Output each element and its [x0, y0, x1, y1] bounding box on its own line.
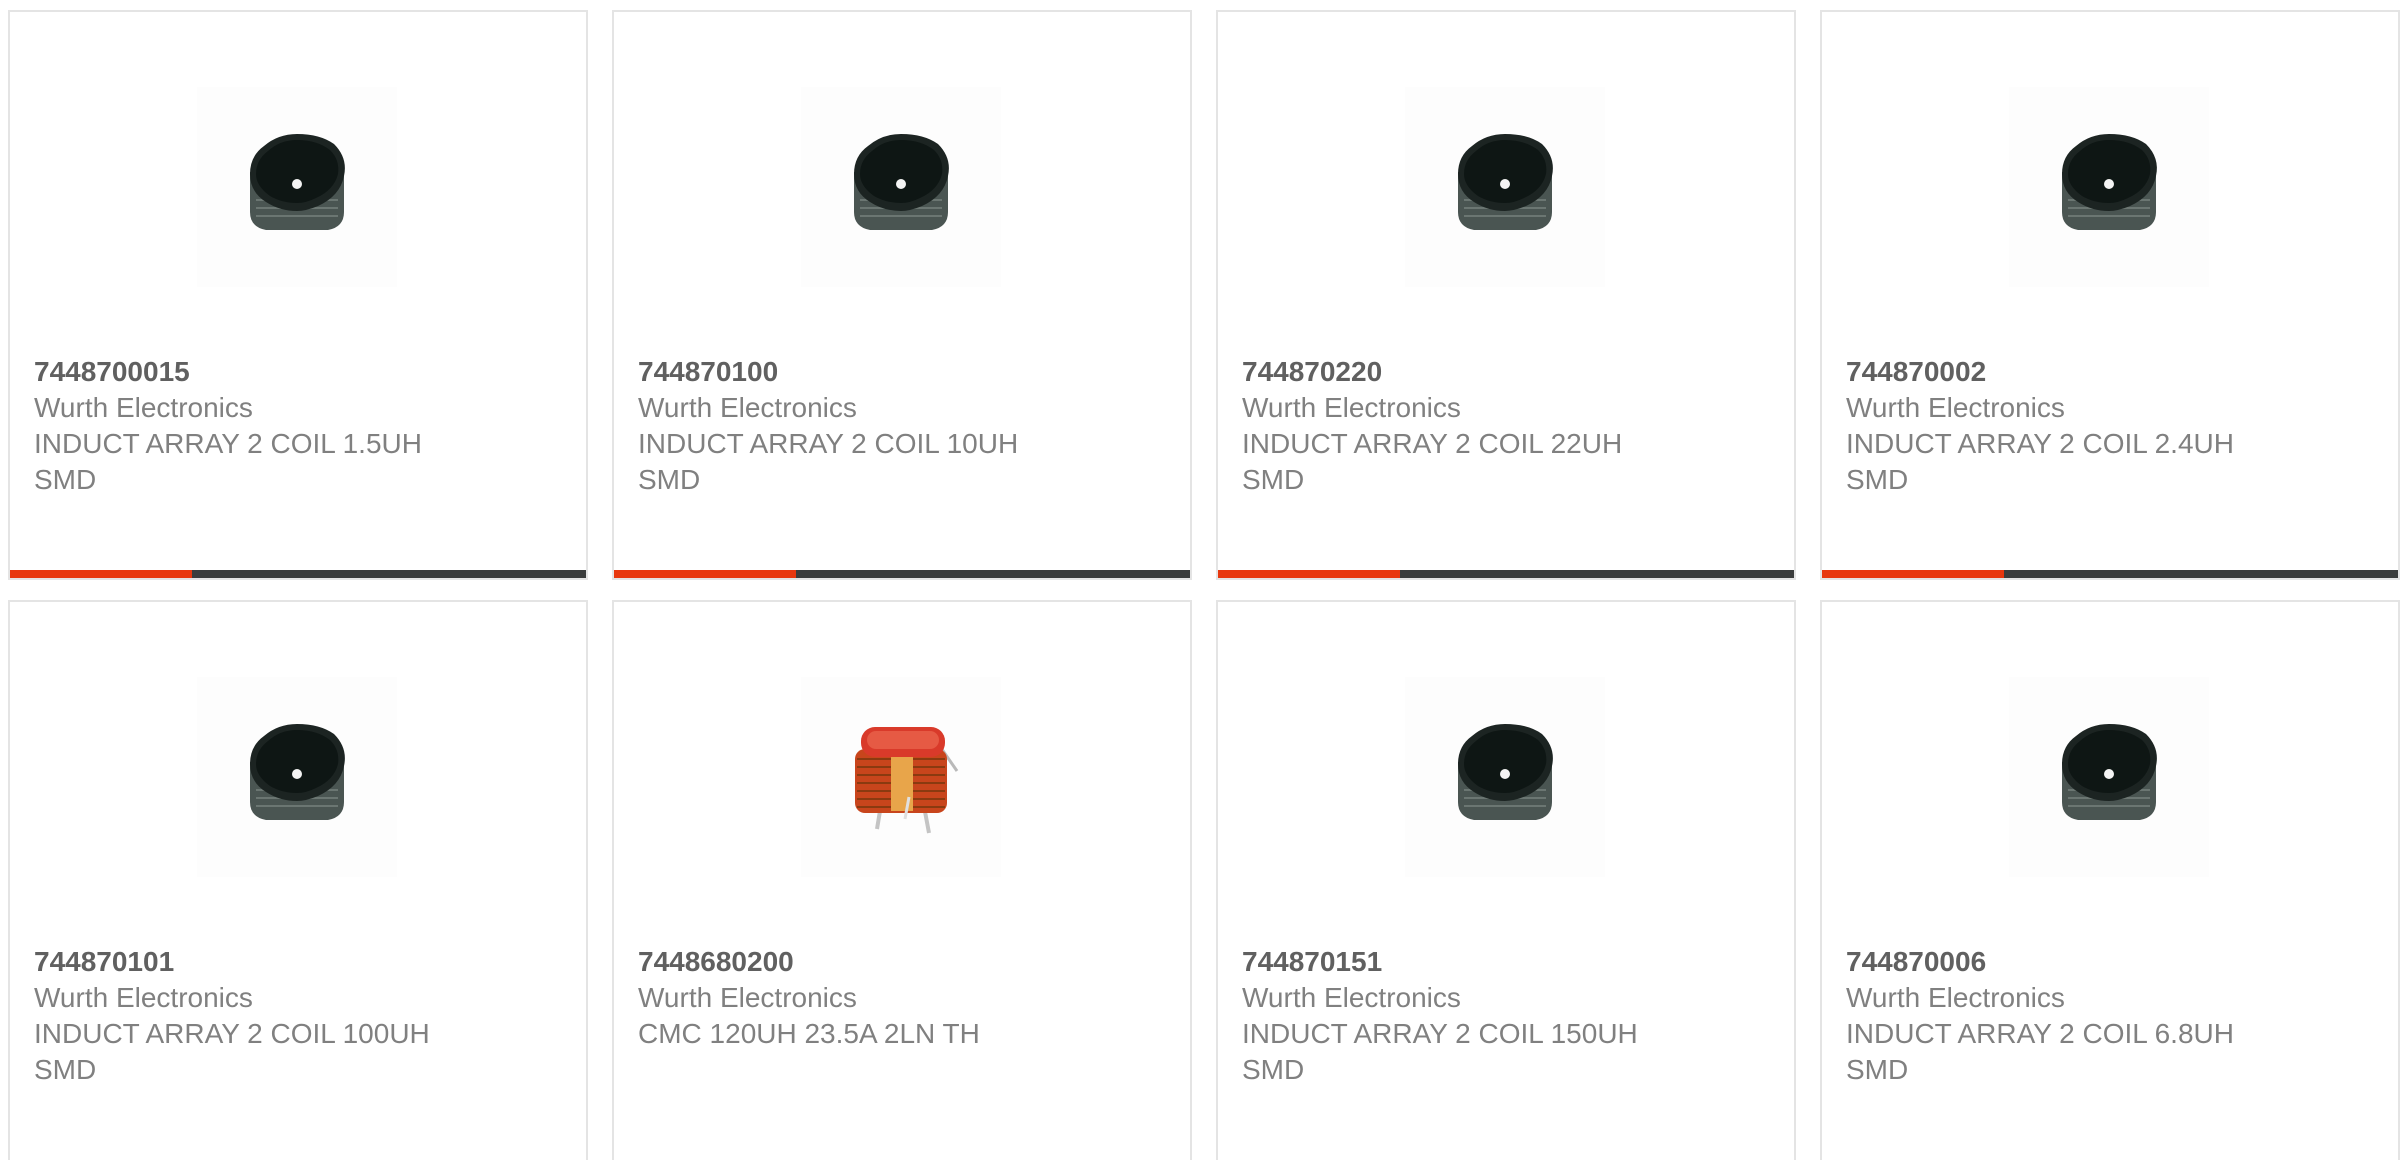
smd-inductor-icon	[854, 134, 949, 230]
package: SMD	[1846, 1054, 1909, 1085]
product-info: 7448700015 Wurth Electronics INDUCT ARRA…	[34, 354, 562, 498]
manufacturer: Wurth Electronics	[1846, 982, 2065, 1013]
card-accent-bar	[10, 570, 586, 578]
product-card[interactable]: 744870101 Wurth Electronics INDUCT ARRAY…	[8, 600, 588, 1160]
card-accent-bar	[614, 570, 1190, 578]
smd-inductor-icon	[1458, 724, 1553, 820]
product-info: 744870100 Wurth Electronics INDUCT ARRAY…	[638, 354, 1166, 498]
smd-inductor-icon	[250, 134, 345, 230]
product-image[interactable]	[801, 677, 1001, 877]
manufacturer: Wurth Electronics	[638, 392, 857, 423]
card-accent-bar-fill	[1822, 570, 2004, 578]
product-image[interactable]	[2009, 87, 2209, 287]
part-number[interactable]: 744870151	[1242, 944, 1770, 980]
part-number[interactable]: 744870100	[638, 354, 1166, 390]
product-image[interactable]	[2009, 677, 2209, 877]
part-number[interactable]: 744870220	[1242, 354, 1770, 390]
common-mode-choke-icon	[855, 727, 959, 834]
product-image[interactable]	[801, 87, 1001, 287]
product-image[interactable]	[197, 87, 397, 287]
product-info: 744870151 Wurth Electronics INDUCT ARRAY…	[1242, 944, 1770, 1088]
description: INDUCT ARRAY 2 COIL 2.4UH	[1846, 428, 2234, 459]
part-number[interactable]: 744870006	[1846, 944, 2374, 980]
package: SMD	[1846, 464, 1909, 495]
package: SMD	[34, 464, 97, 495]
manufacturer: Wurth Electronics	[1242, 392, 1461, 423]
description: INDUCT ARRAY 2 COIL 10UH	[638, 428, 1019, 459]
smd-inductor-icon	[1458, 134, 1553, 230]
description: INDUCT ARRAY 2 COIL 100UH	[34, 1018, 430, 1049]
package: SMD	[34, 1054, 97, 1085]
package: SMD	[1242, 1054, 1305, 1085]
product-info: 744870101 Wurth Electronics INDUCT ARRAY…	[34, 944, 562, 1088]
product-info: 744870006 Wurth Electronics INDUCT ARRAY…	[1846, 944, 2374, 1088]
manufacturer: Wurth Electronics	[1242, 982, 1461, 1013]
manufacturer: Wurth Electronics	[34, 982, 253, 1013]
product-card[interactable]: 744870002 Wurth Electronics INDUCT ARRAY…	[1820, 10, 2400, 580]
description: INDUCT ARRAY 2 COIL 22UH	[1242, 428, 1623, 459]
description: INDUCT ARRAY 2 COIL 1.5UH	[34, 428, 422, 459]
part-number[interactable]: 744870002	[1846, 354, 2374, 390]
part-number[interactable]: 744870101	[34, 944, 562, 980]
product-card[interactable]: 744870006 Wurth Electronics INDUCT ARRAY…	[1820, 600, 2400, 1160]
product-info: 744870002 Wurth Electronics INDUCT ARRAY…	[1846, 354, 2374, 498]
product-image[interactable]	[197, 677, 397, 877]
package: SMD	[1242, 464, 1305, 495]
product-card[interactable]: 744870151 Wurth Electronics INDUCT ARRAY…	[1216, 600, 1796, 1160]
product-image[interactable]	[1405, 677, 1605, 877]
card-accent-bar	[1218, 570, 1794, 578]
description: INDUCT ARRAY 2 COIL 6.8UH	[1846, 1018, 2234, 1049]
manufacturer: Wurth Electronics	[638, 982, 857, 1013]
manufacturer: Wurth Electronics	[1846, 392, 2065, 423]
card-accent-bar-fill	[10, 570, 192, 578]
card-accent-bar-fill	[1218, 570, 1400, 578]
manufacturer: Wurth Electronics	[34, 392, 253, 423]
card-accent-bar-fill	[614, 570, 796, 578]
product-info: 744870220 Wurth Electronics INDUCT ARRAY…	[1242, 354, 1770, 498]
description: INDUCT ARRAY 2 COIL 150UH	[1242, 1018, 1638, 1049]
product-card[interactable]: 744870220 Wurth Electronics INDUCT ARRAY…	[1216, 10, 1796, 580]
part-number[interactable]: 7448680200	[638, 944, 1166, 980]
product-info: 7448680200 Wurth Electronics CMC 120UH 2…	[638, 944, 1166, 1052]
product-card[interactable]: 744870100 Wurth Electronics INDUCT ARRAY…	[612, 10, 1192, 580]
description: CMC 120UH 23.5A 2LN TH	[638, 1018, 980, 1049]
smd-inductor-icon	[2062, 724, 2157, 820]
package: SMD	[638, 464, 701, 495]
product-grid: 7448700015 Wurth Electronics INDUCT ARRA…	[8, 10, 2400, 1170]
smd-inductor-icon	[2062, 134, 2157, 230]
part-number[interactable]: 7448700015	[34, 354, 562, 390]
smd-inductor-icon	[250, 724, 345, 820]
product-image[interactable]	[1405, 87, 1605, 287]
product-card[interactable]: 7448700015 Wurth Electronics INDUCT ARRA…	[8, 10, 588, 580]
product-card[interactable]: 7448680200 Wurth Electronics CMC 120UH 2…	[612, 600, 1192, 1160]
card-accent-bar	[1822, 570, 2398, 578]
